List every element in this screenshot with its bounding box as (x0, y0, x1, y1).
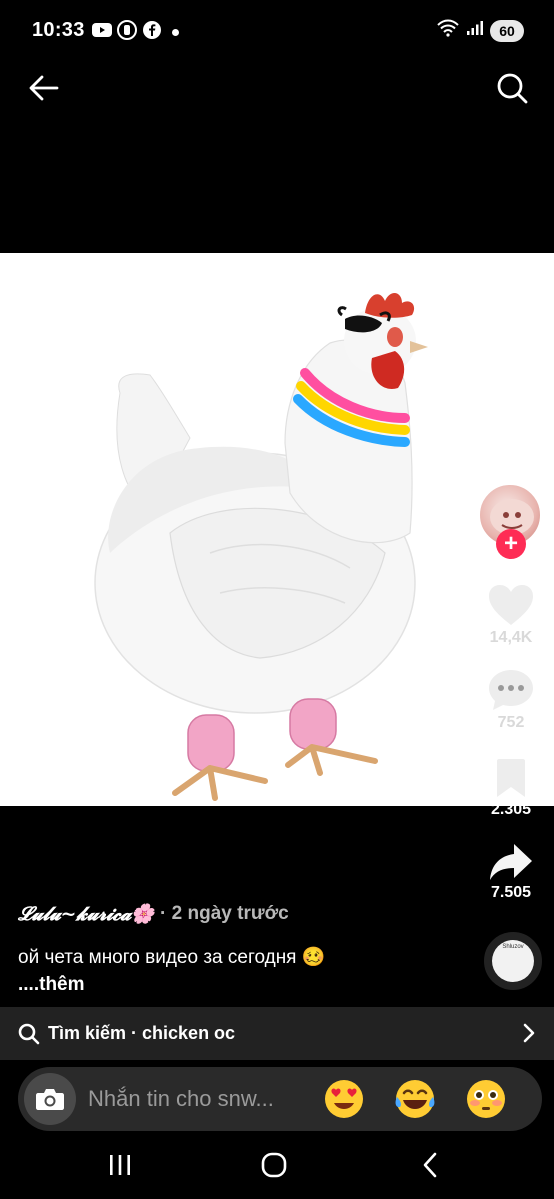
arrow-left-icon (29, 75, 59, 101)
caption-text: ой чета много видео за сегодня 🥴 (18, 947, 326, 968)
creator-avatar-group[interactable]: + (478, 483, 542, 559)
status-time: 10:33 (32, 19, 85, 41)
notification-dot (172, 29, 179, 36)
caption[interactable]: ой чета много видео за сегодня 🥴 ....thê… (18, 944, 438, 998)
heart-eyes-emoji-icon (325, 1080, 363, 1118)
comment-bubble-icon (489, 670, 533, 710)
comment-input[interactable] (88, 1086, 308, 1112)
chicken-sticker-image (94, 292, 428, 801)
wifi-icon (436, 19, 460, 42)
save-button[interactable]: 2.305 (480, 757, 542, 819)
recent-apps-button[interactable] (100, 1149, 140, 1181)
flushed-emoji-button[interactable] (464, 1077, 508, 1121)
author-line: 𝓛𝓾𝓵𝓾~𝓴𝓾𝓻𝓲𝓬𝓪🌸 · 2 ngày trước (18, 902, 289, 926)
comment-count: 752 (497, 714, 525, 731)
comment-bar (18, 1067, 542, 1131)
signal-icon (466, 20, 484, 41)
recent-apps-icon (110, 1155, 130, 1175)
save-count: 2.305 (490, 801, 532, 818)
status-notification-icons (92, 20, 162, 40)
flushed-emoji-icon (467, 1080, 505, 1118)
see-more-link[interactable]: ....thêm (18, 971, 438, 998)
like-count: 14,4K (489, 629, 533, 646)
facebook-icon (142, 20, 162, 40)
back-button[interactable] (24, 68, 64, 108)
music-disc-cover: Shluzov (492, 940, 534, 982)
share-count: 7.505 (490, 884, 532, 901)
battery-indicator: 60 (490, 19, 524, 42)
heart-icon (489, 585, 533, 625)
recording-icon (117, 20, 137, 40)
search-button[interactable] (492, 68, 532, 108)
system-back-button[interactable] (410, 1149, 450, 1181)
related-search-label: Tìm kiếm · chicken oc (48, 1023, 236, 1043)
system-navigation-bar (0, 1131, 554, 1199)
post-time: · 2 ngày trước (160, 902, 289, 924)
music-disc-label: Shluzov (502, 944, 524, 950)
chevron-left-icon (423, 1152, 437, 1178)
tears-of-joy-emoji-icon (395, 1080, 435, 1118)
comment-button[interactable]: 752 (480, 668, 542, 732)
home-icon (261, 1152, 287, 1178)
author-name[interactable]: 𝓛𝓾𝓵𝓾~𝓴𝓾𝓻𝓲𝓬𝓪🌸 (18, 902, 155, 925)
chevron-right-icon (523, 1023, 535, 1043)
camera-icon (36, 1089, 64, 1110)
share-button[interactable]: 7.505 (480, 842, 542, 902)
search-icon (18, 1023, 40, 1044)
home-button[interactable] (254, 1149, 294, 1181)
bookmark-icon (497, 759, 525, 797)
search-icon (497, 73, 528, 104)
like-button[interactable]: 14,4K (480, 583, 542, 647)
laughing-emoji-button[interactable] (393, 1077, 437, 1121)
music-disc[interactable]: Shluzov (484, 932, 542, 990)
follow-button[interactable]: + (496, 529, 526, 559)
heart-eyes-emoji-button[interactable] (322, 1077, 366, 1121)
video-player[interactable] (0, 253, 554, 806)
status-bar: 10:33 60 (0, 0, 554, 64)
related-search-bar[interactable]: Tìm kiếm · chicken oc (0, 1007, 554, 1060)
share-arrow-icon (490, 844, 532, 880)
status-system-icons: 60 (436, 19, 524, 42)
youtube-icon (92, 20, 112, 40)
camera-button[interactable] (24, 1073, 76, 1125)
